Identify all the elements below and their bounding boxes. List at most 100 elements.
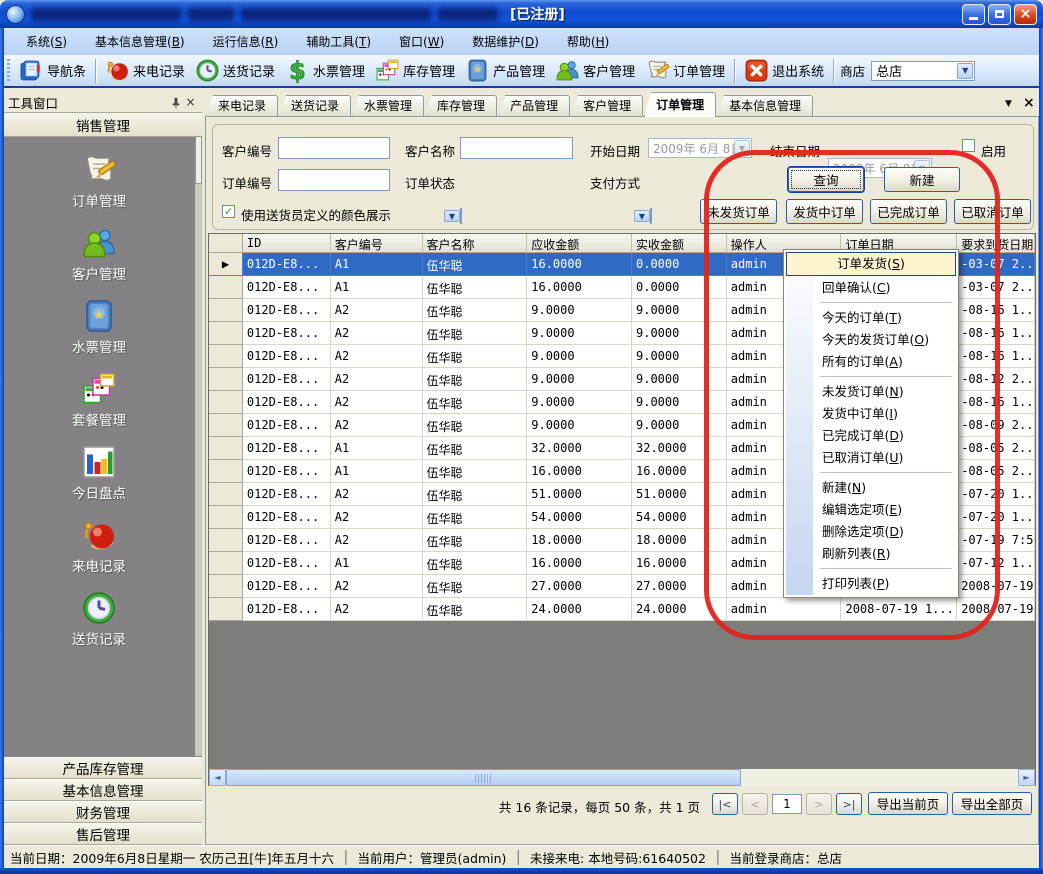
toolbar-button-2[interactable]: 来电记录: [100, 56, 190, 85]
row-selector[interactable]: [209, 460, 243, 483]
menu-item-1[interactable]: 系统(S): [12, 29, 81, 54]
toolbar-button-6[interactable]: ★产品管理: [460, 56, 550, 85]
row-selector[interactable]: [209, 483, 243, 506]
row-selector[interactable]: [209, 414, 243, 437]
next-page-button[interactable]: >: [806, 793, 832, 815]
chevron-down-icon[interactable]: ▼: [1005, 99, 1012, 109]
scrollbar-thumb[interactable]: [226, 769, 741, 786]
sidebar-item-1[interactable]: 订单管理: [72, 152, 126, 210]
sidebar-scrollbar[interactable]: [195, 136, 202, 756]
close-icon[interactable]: ×: [183, 95, 198, 110]
sidebar-item-7[interactable]: 送货记录: [72, 590, 126, 648]
context-menu-item-18[interactable]: 打印列表(P): [786, 573, 956, 595]
filter-shipping-button[interactable]: 发货中订单: [786, 199, 863, 224]
column-header-4[interactable]: 应收金额: [527, 234, 632, 253]
pay-method-select[interactable]: ▼: [650, 208, 652, 224]
start-date-picker[interactable]: 2009年 6月 8日 ▼: [648, 138, 752, 158]
row-selector[interactable]: [209, 299, 243, 322]
store-select[interactable]: 总店 ▼: [871, 61, 975, 81]
toolbar-button-8[interactable]: 订单管理: [640, 56, 730, 85]
context-menu-item-15[interactable]: 删除选定项(D): [786, 521, 956, 543]
sidebar-item-6[interactable]: 来电记录: [72, 517, 126, 575]
scroll-left-icon[interactable]: ◄: [209, 769, 226, 786]
scroll-right-icon[interactable]: ►: [1018, 769, 1035, 786]
sidebar-item-5[interactable]: 今日盘点: [72, 444, 126, 502]
close-button[interactable]: ×: [1014, 4, 1037, 25]
search-button[interactable]: 查询: [788, 167, 864, 192]
filter-cancelled-button[interactable]: 已取消订单: [954, 199, 1031, 224]
context-menu-item-4[interactable]: 今天的订单(T): [786, 307, 956, 329]
tab-6[interactable]: 客户管理: [571, 95, 643, 117]
row-selector[interactable]: ▶: [209, 253, 243, 276]
row-selector[interactable]: [209, 506, 243, 529]
menu-item-5[interactable]: 窗口(W): [385, 29, 458, 54]
context-menu-item-1[interactable]: 订单发货(S): [786, 252, 956, 276]
sidebar-section-sales[interactable]: 销售管理: [4, 113, 202, 137]
row-selector[interactable]: [209, 391, 243, 414]
export-all-button[interactable]: 导出全部页: [952, 792, 1032, 815]
filter-completed-button[interactable]: 已完成订单: [870, 199, 947, 224]
chevron-down-icon[interactable]: ▼: [957, 63, 973, 79]
tab-7[interactable]: 订单管理: [644, 92, 716, 117]
last-page-button[interactable]: >|: [836, 793, 862, 815]
color-display-checkbox[interactable]: ✓: [222, 205, 235, 218]
row-selector[interactable]: [209, 598, 243, 621]
maximize-button[interactable]: [988, 4, 1011, 25]
row-selector[interactable]: [209, 322, 243, 345]
minimize-button[interactable]: [962, 4, 985, 25]
context-menu-item-14[interactable]: 编辑选定项(E): [786, 499, 956, 521]
toolbar-button-7[interactable]: 客户管理: [550, 56, 640, 85]
tab-2[interactable]: 送货记录: [279, 95, 351, 117]
pin-icon[interactable]: [168, 95, 183, 110]
row-selector[interactable]: [209, 368, 243, 391]
context-menu-item-2[interactable]: 回单确认(C): [786, 277, 956, 299]
toolbar-button-9[interactable]: 退出系统: [739, 56, 829, 85]
tab-1[interactable]: 来电记录: [206, 95, 278, 117]
column-header-3[interactable]: 客户名称: [423, 234, 528, 253]
horizontal-scrollbar[interactable]: ◄ ►: [209, 769, 1035, 786]
page-number-input[interactable]: 1: [772, 794, 802, 814]
sidebar-item-3[interactable]: ★水票管理: [72, 298, 126, 356]
tab-3[interactable]: 水票管理: [352, 95, 424, 117]
tab-5[interactable]: 产品管理: [498, 95, 570, 117]
column-header-5[interactable]: 实收金额: [632, 234, 727, 253]
sidebar-section-3[interactable]: 财务管理: [4, 801, 202, 823]
enable-checkbox[interactable]: [962, 139, 975, 152]
sidebar-section-4[interactable]: 售后管理: [4, 823, 202, 845]
tab-8[interactable]: 基本信息管理: [717, 95, 813, 117]
chevron-down-icon[interactable]: ▼: [444, 210, 460, 222]
export-current-button[interactable]: 导出当前页: [868, 792, 948, 815]
row-selector[interactable]: [209, 276, 243, 299]
row-selector[interactable]: [209, 345, 243, 368]
first-page-button[interactable]: |<: [712, 793, 738, 815]
context-menu-item-8[interactable]: 未发货订单(N): [786, 381, 956, 403]
row-selector[interactable]: [209, 552, 243, 575]
chevron-down-icon[interactable]: ▼: [634, 210, 650, 222]
context-menu-item-11[interactable]: 已取消订单(U): [786, 447, 956, 469]
context-menu-item-6[interactable]: 所有的订单(A): [786, 351, 956, 373]
row-selector[interactable]: [209, 575, 243, 598]
menu-item-6[interactable]: 数据维护(D): [458, 29, 553, 54]
menu-item-4[interactable]: 辅助工具(T): [292, 29, 385, 54]
menu-item-7[interactable]: 帮助(H): [553, 29, 623, 54]
context-menu-item-10[interactable]: 已完成订单(D): [786, 425, 956, 447]
column-header-2[interactable]: 客户编号: [331, 234, 423, 253]
table-row[interactable]: 012D-E8...A2伍华聪24.000024.0000admin2008-0…: [209, 598, 1035, 621]
filter-unshipped-button[interactable]: 未发货订单: [700, 199, 777, 224]
context-menu-item-5[interactable]: 今天的发货订单(O): [786, 329, 956, 351]
close-icon[interactable]: ×: [1023, 95, 1035, 111]
new-button[interactable]: 新建: [884, 167, 960, 192]
menu-item-2[interactable]: 基本信息管理(B): [81, 29, 199, 54]
customer-name-input[interactable]: [460, 137, 573, 159]
column-header-1[interactable]: ID: [243, 234, 331, 253]
toolbar-button-1[interactable]: 导航条: [14, 56, 91, 85]
prev-page-button[interactable]: <: [742, 793, 768, 815]
sidebar-item-4[interactable]: 套餐管理: [72, 371, 126, 429]
tab-4[interactable]: 库存管理: [425, 95, 497, 117]
context-menu-item-9[interactable]: 发货中订单(I): [786, 403, 956, 425]
sidebar-section-2[interactable]: 基本信息管理: [4, 779, 202, 801]
toolbar-button-5[interactable]: 库存管理: [370, 56, 460, 85]
sidebar-item-2[interactable]: 客户管理: [72, 225, 126, 283]
order-no-input[interactable]: [278, 169, 390, 191]
toolbar-button-3[interactable]: 送货记录: [190, 56, 280, 85]
